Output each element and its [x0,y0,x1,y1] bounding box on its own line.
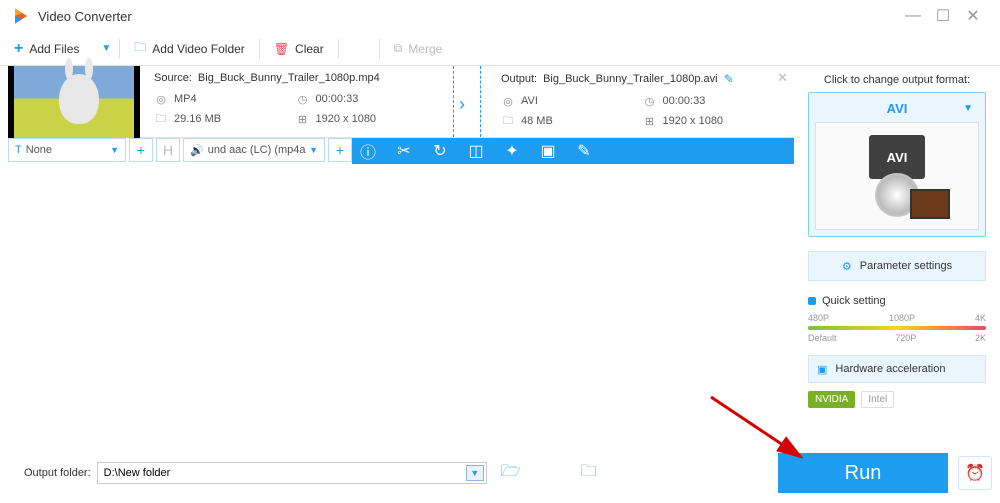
intel-badge: Intel [861,391,894,408]
schedule-button[interactable]: ⏰ [958,456,992,490]
app-logo [12,7,30,25]
source-size: 29.16 MB [174,113,221,125]
parameter-settings-button[interactable]: ⚙ Parameter settings [808,251,986,281]
subtitle-tool[interactable]: ✎ [574,141,594,161]
resolution-icon: ⊞ [296,112,310,126]
file-row: Source: Big_Buck_Bunny_Trailer_1080p.mp4… [8,66,794,138]
source-duration: 00:00:33 [316,93,359,105]
chevron-down-icon: ▼ [963,103,973,114]
maximize-button[interactable]: ☐ [928,4,958,28]
output-folder-input[interactable]: D:\New folder ▼ [97,462,487,484]
folder-dropdown-button[interactable]: ▼ [466,465,484,481]
add-audio-button[interactable]: + [328,138,352,162]
hardware-acceleration-button[interactable]: ▣ Hardware acceleration [808,355,986,383]
output-label: Output: [501,73,537,85]
browse-folder-button[interactable]: 🗁 [497,462,525,484]
plus-icon: + [14,40,23,58]
output-duration: 00:00:33 [663,95,706,107]
output-format-title: Click to change output format: [808,74,986,86]
chip-icon: ▣ [817,363,827,376]
format-icon: ◎ [154,92,168,106]
trim-tool[interactable]: ✂ [394,141,414,161]
size-icon: 🗀 [154,112,168,126]
remove-file-button[interactable]: ✕ [777,70,788,86]
chevron-down-icon: ▼ [110,145,119,155]
quick-setting-label: Quick setting [822,295,886,307]
app-title: Video Converter [38,9,898,24]
add-files-dropdown[interactable]: ▼ [93,43,119,54]
info-tool[interactable]: ⓘ [358,139,378,163]
nvidia-badge: NVIDIA [808,391,855,408]
add-files-button[interactable]: + Add Files [0,32,93,65]
source-filename: Big_Buck_Bunny_Trailer_1080p.mp4 [198,72,380,84]
output-format: AVI [521,95,538,107]
folder-icon: 🗀 [134,38,146,59]
format-icon: ◎ [501,94,515,108]
source-format: MP4 [174,93,197,105]
run-button[interactable]: Run [778,453,948,493]
close-button[interactable]: ✕ [958,4,988,28]
audio-track-select[interactable]: 🔊 und aac (LC) (mp4a ▼ [183,138,325,162]
rotate-tool[interactable]: ↻ [430,141,450,161]
crop-tool[interactable]: ◫ [466,141,486,161]
clock-icon: ◷ [643,94,657,108]
watermark-tool[interactable]: ▣ [538,141,558,161]
source-label: Source: [154,72,192,84]
effects-tool[interactable]: ✦ [502,141,522,161]
output-filename: Big_Buck_Bunny_Trailer_1080p.avi [543,73,717,85]
merge-icon: ⧉ [394,41,403,56]
selected-format: AVI [887,101,908,116]
add-subtitle-button[interactable]: + [129,138,153,162]
bullet-icon [808,297,816,305]
subtitle-icon: T [15,144,22,156]
minimize-button[interactable]: — [898,4,928,28]
sliders-icon: ⚙ [842,260,852,273]
subtitle-select[interactable]: T None ▼ [8,138,126,162]
format-preview: AVI [815,122,979,230]
h-button[interactable]: H [156,138,180,162]
clear-button[interactable]: 🗑 Clear [260,32,338,65]
output-folder-label: Output folder: [24,467,91,479]
chevron-down-icon: ▼ [309,145,318,155]
quality-slider[interactable]: 480P 1080P 4K Default 720P 2K [808,313,986,345]
open-output-button[interactable]: 🗀 [575,462,603,484]
speaker-icon: 🔊 [190,144,204,157]
trash-icon: 🗑 [274,42,289,56]
merge-button[interactable]: ⧉ Merge [380,32,457,65]
output-resolution: 1920 x 1080 [663,115,724,127]
resolution-icon: ⊞ [643,114,657,128]
output-size: 48 MB [521,115,553,127]
size-icon: 🗀 [501,114,515,128]
output-format-selector[interactable]: AVI ▼ AVI [808,92,986,237]
add-video-folder-button[interactable]: 🗀 Add Video Folder [120,32,259,65]
source-resolution: 1920 x 1080 [316,113,377,125]
video-thumbnail[interactable] [8,66,140,138]
arrow-right-icon: › [459,94,465,115]
clock-icon: ◷ [296,92,310,106]
edit-output-name-button[interactable]: ✎ [724,72,734,86]
